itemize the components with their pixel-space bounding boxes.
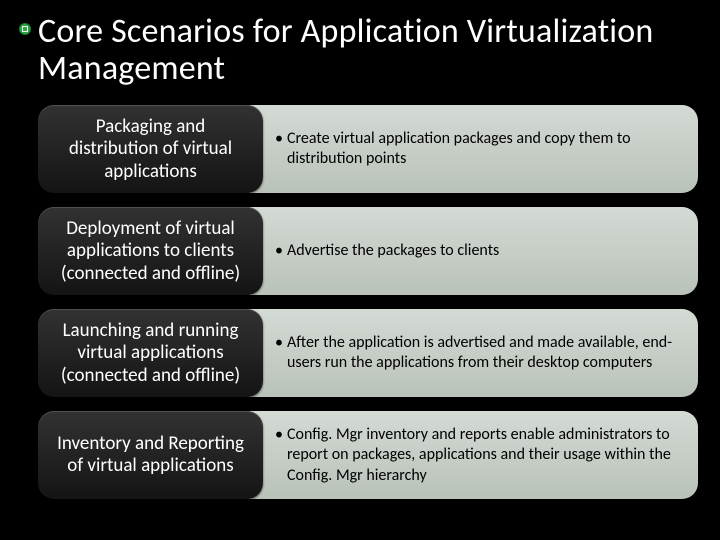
scenario-bullet: Create virtual application packages and … bbox=[275, 129, 680, 170]
scenario-bullet: After the application is advertised and … bbox=[275, 333, 680, 374]
scenario-label: Inventory and Reporting of virtual appli… bbox=[38, 411, 263, 499]
scenario-detail: Config. Mgr inventory and reports enable… bbox=[249, 411, 698, 499]
scenario-row: Launching and running virtual applicatio… bbox=[38, 309, 698, 397]
scenario-label: Deployment of virtual applications to cl… bbox=[38, 207, 263, 295]
scenario-row: Deployment of virtual applications to cl… bbox=[38, 207, 698, 295]
scenario-label: Packaging and distribution of virtual ap… bbox=[38, 105, 263, 193]
scenario-detail: Advertise the packages to clients bbox=[249, 207, 698, 295]
scenario-detail: Create virtual application packages and … bbox=[249, 105, 698, 193]
logo-icon bbox=[18, 22, 32, 36]
slide-title: Core Scenarios for Application Virtualiz… bbox=[38, 14, 698, 87]
scenario-label: Launching and running virtual applicatio… bbox=[38, 309, 263, 397]
scenario-bullet: Config. Mgr inventory and reports enable… bbox=[275, 425, 680, 486]
scenario-row: Inventory and Reporting of virtual appli… bbox=[38, 411, 698, 499]
scenario-bullet: Advertise the packages to clients bbox=[275, 241, 680, 261]
scenario-list: Packaging and distribution of virtual ap… bbox=[38, 105, 698, 499]
slide: Core Scenarios for Application Virtualiz… bbox=[0, 0, 720, 540]
scenario-row: Packaging and distribution of virtual ap… bbox=[38, 105, 698, 193]
scenario-detail: After the application is advertised and … bbox=[249, 309, 698, 397]
